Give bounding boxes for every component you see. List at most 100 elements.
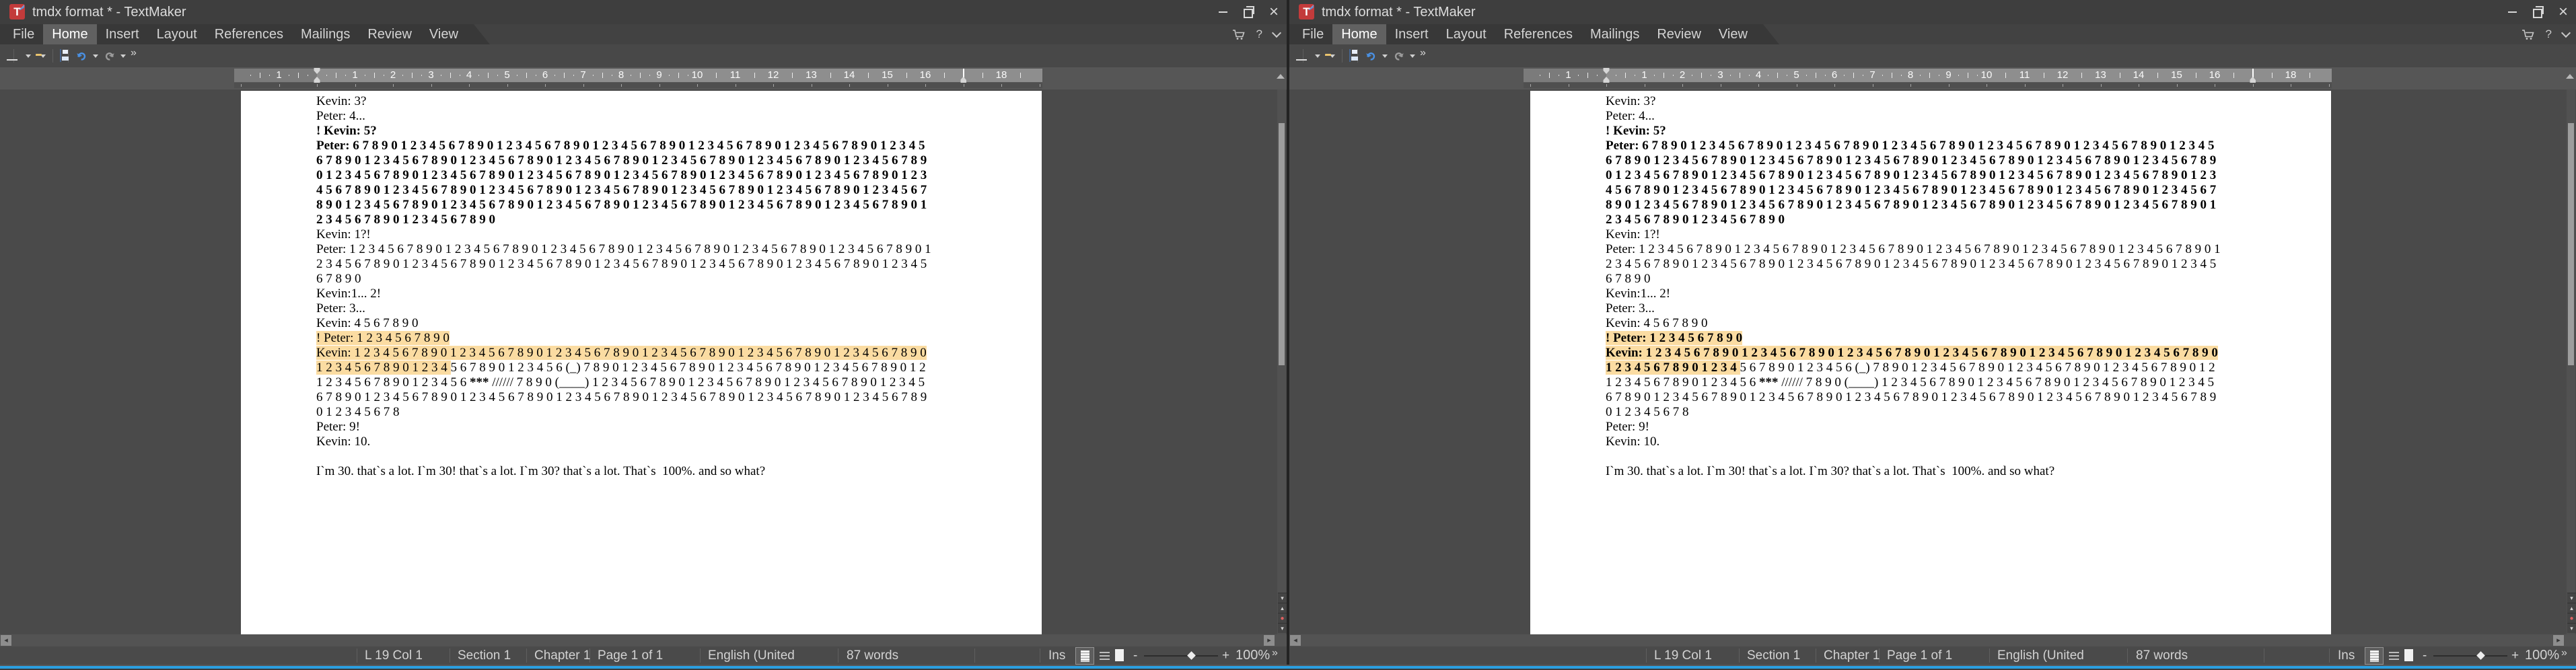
tab-view[interactable]: View — [421, 24, 467, 44]
status-separator — [526, 648, 527, 663]
scroll-down-button[interactable]: ▾ — [1278, 593, 1287, 603]
tab-layout[interactable]: Layout — [1437, 24, 1495, 44]
horizontal-scrollbar[interactable]: ◂▸ — [1289, 634, 2576, 646]
status-language[interactable]: English (United — [1997, 646, 2084, 665]
save-button[interactable] — [1349, 50, 1351, 62]
status-word-count[interactable]: 87 words — [847, 646, 898, 665]
tab-insert[interactable]: Insert — [1386, 24, 1437, 44]
status-insert-mode[interactable]: Ins — [1048, 646, 1065, 665]
undo-caret-icon[interactable] — [1382, 54, 1388, 58]
help-icon[interactable]: ? — [1256, 28, 1262, 41]
help-icon[interactable]: ? — [2546, 28, 2552, 41]
vertical-scrollbar[interactable] — [2567, 89, 2575, 634]
view-mode-normal-button[interactable] — [2365, 647, 2384, 665]
minimize-button[interactable] — [2499, 0, 2525, 24]
maximize-button[interactable] — [2525, 0, 2550, 24]
next-page-button[interactable]: ▾ — [1278, 623, 1287, 633]
undo-caret-icon[interactable] — [93, 54, 98, 58]
textmaker-window-left: Ttmdx format * - TextMaker×FileHomeInser… — [0, 0, 1287, 665]
browse-object-button[interactable]: ● — [1278, 613, 1287, 623]
toolbar-overflow-button[interactable]: » — [131, 47, 137, 59]
status-overflow-button[interactable]: » — [2561, 644, 2567, 662]
cart-icon[interactable] — [2521, 29, 2535, 40]
view-mode-draft-button[interactable] — [2389, 652, 2399, 660]
ruler-number: 7 — [580, 69, 585, 82]
tab-layout[interactable]: Layout — [148, 24, 206, 44]
previous-page-button[interactable]: ▴ — [1278, 603, 1287, 613]
right-indent-marker[interactable] — [960, 77, 966, 83]
zoom-in-button[interactable]: + — [1222, 646, 1229, 665]
zoom-slider[interactable] — [1144, 655, 1218, 657]
previous-page-button[interactable]: ▴ — [2567, 603, 2576, 613]
view-mode-draft-button[interactable] — [1100, 652, 1110, 660]
scroll-left-button[interactable]: ◂ — [1, 635, 11, 646]
status-insert-mode[interactable]: Ins — [2338, 646, 2355, 665]
tab-file[interactable]: File — [4, 24, 43, 44]
status-word-count[interactable]: 87 words — [2136, 646, 2188, 665]
status-cursor-position[interactable]: L 19 Col 1 — [365, 646, 423, 665]
collapse-ribbon-icon[interactable] — [2561, 28, 2571, 38]
redo-caret-icon[interactable] — [120, 54, 126, 58]
redo-button[interactable] — [103, 50, 116, 62]
document-line: Kevin: 3? — [316, 94, 997, 109]
tab-references[interactable]: References — [206, 24, 292, 44]
document-line: 6 7 8 9 0 1 2 3 4 5 6 7 8 9 0 1 2 3 4 5 … — [316, 153, 997, 168]
status-chapter[interactable]: Chapter 1 — [534, 646, 590, 665]
minimize-button[interactable] — [1210, 0, 1236, 24]
undo-button[interactable] — [75, 50, 88, 62]
new-document-caret-icon[interactable] — [1315, 54, 1320, 58]
close-button[interactable]: × — [1261, 0, 1287, 24]
document-page[interactable]: Kevin: 3?Peter: 4...! Kevin: 5?Peter: 6 … — [1530, 91, 2331, 634]
view-mode-fullpage-button[interactable] — [1115, 649, 1124, 661]
tab-insert[interactable]: Insert — [97, 24, 148, 44]
scroll-down-button[interactable]: ▾ — [2567, 593, 2576, 603]
status-cursor-position[interactable]: L 19 Col 1 — [1654, 646, 1712, 665]
status-chapter[interactable]: Chapter 1 — [1824, 646, 1880, 665]
tab-home[interactable]: Home — [43, 24, 96, 44]
zoom-slider[interactable] — [2433, 655, 2507, 657]
vertical-scrollbar[interactable] — [1277, 89, 1286, 634]
tab-home[interactable]: Home — [1332, 24, 1386, 44]
status-section[interactable]: Section 1 — [1747, 646, 1800, 665]
scroll-up-arrow-icon[interactable] — [1277, 74, 1285, 79]
zoom-slider-thumb[interactable] — [2476, 651, 2485, 660]
tab-review[interactable]: Review — [1648, 24, 1710, 44]
undo-button[interactable] — [1365, 50, 1378, 62]
browse-object-button[interactable]: ● — [2567, 613, 2576, 623]
tab-references[interactable]: References — [1495, 24, 1581, 44]
tab-view[interactable]: View — [1710, 24, 1756, 44]
status-page[interactable]: Page 1 of 1 — [598, 646, 663, 665]
scroll-up-arrow-icon[interactable] — [2566, 74, 2574, 79]
tab-mailings[interactable]: Mailings — [1581, 24, 1648, 44]
status-overflow-button[interactable]: » — [1272, 644, 1278, 662]
toolbar-overflow-button[interactable]: » — [1420, 47, 1426, 59]
status-language[interactable]: English (United — [708, 646, 795, 665]
horizontal-scrollbar[interactable]: ◂▸ — [0, 634, 1287, 646]
next-page-button[interactable]: ▾ — [2567, 623, 2576, 633]
vertical-scrollbar-thumb[interactable] — [1279, 123, 1285, 365]
view-mode-normal-button[interactable] — [1075, 647, 1094, 665]
tab-review[interactable]: Review — [359, 24, 421, 44]
tab-mailings[interactable]: Mailings — [292, 24, 359, 44]
zoom-out-button[interactable]: - — [2423, 646, 2427, 665]
status-page[interactable]: Page 1 of 1 — [1887, 646, 1952, 665]
collapse-ribbon-icon[interactable] — [1272, 28, 1281, 38]
status-section[interactable]: Section 1 — [458, 646, 511, 665]
document-page[interactable]: Kevin: 3?Peter: 4...! Kevin: 5?Peter: 6 … — [241, 91, 1042, 634]
zoom-out-button[interactable]: - — [1133, 646, 1137, 665]
save-button[interactable] — [60, 50, 61, 62]
cart-icon[interactable] — [1232, 29, 1246, 40]
vertical-scrollbar-thumb[interactable] — [2568, 123, 2574, 365]
close-button[interactable]: × — [2550, 0, 2576, 24]
zoom-slider-thumb[interactable] — [1187, 651, 1196, 660]
maximize-button[interactable] — [1236, 0, 1261, 24]
redo-button[interactable] — [1392, 50, 1405, 62]
new-document-caret-icon[interactable] — [26, 54, 31, 58]
ruler-tick — [412, 73, 413, 78]
redo-caret-icon[interactable] — [1410, 54, 1415, 58]
view-mode-fullpage-button[interactable] — [2404, 649, 2413, 661]
zoom-in-button[interactable]: + — [2511, 646, 2519, 665]
scroll-left-button[interactable]: ◂ — [1290, 635, 1301, 646]
right-indent-marker[interactable] — [2250, 77, 2256, 83]
tab-file[interactable]: File — [1293, 24, 1332, 44]
